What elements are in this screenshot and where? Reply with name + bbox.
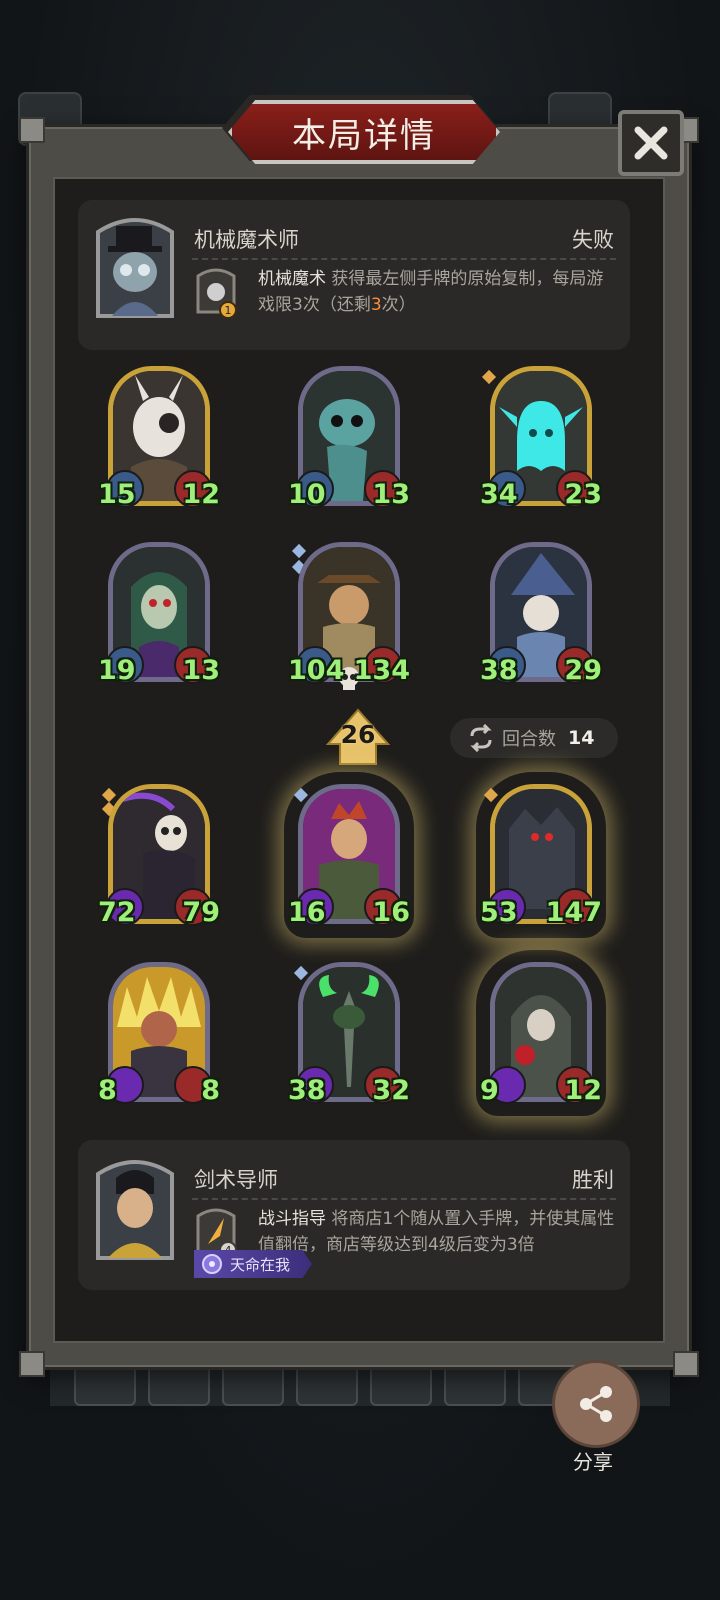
unit-health: 147: [545, 897, 602, 928]
unit-attack: 10: [288, 479, 326, 510]
unit-attack: 72: [98, 897, 136, 928]
skill-desc-suffix: 次）: [381, 295, 416, 315]
mechanical-magician-portrait: [96, 218, 174, 318]
unit-card[interactable]: 72 79: [98, 782, 220, 934]
share-button[interactable]: [552, 1360, 640, 1448]
unit-attack: 53: [480, 897, 518, 928]
unit-card[interactable]: 10 13: [288, 364, 410, 516]
close-icon: [634, 126, 668, 160]
unit-card[interactable]: 38 29: [480, 540, 602, 692]
unit-health: 12: [564, 1075, 602, 1106]
unit-card[interactable]: 16 16: [288, 782, 410, 934]
sword-master-portrait: [96, 1160, 174, 1260]
skill-remaining-count: 3: [370, 295, 382, 315]
skill-name: 战斗指导: [258, 1209, 326, 1229]
unit-attack: 9: [480, 1075, 499, 1106]
title-banner: 本局详情: [228, 100, 500, 164]
destiny-tag[interactable]: 天命在我: [194, 1250, 312, 1278]
round-counter: 回合数 14: [450, 718, 618, 758]
unit-attack: 38: [480, 655, 518, 686]
unit-attack: 38: [288, 1075, 326, 1106]
close-button[interactable]: [618, 110, 684, 176]
unit-attack: 15: [98, 479, 136, 510]
unit-card[interactable]: 53 147: [480, 782, 602, 934]
unit-health: 23: [564, 479, 602, 510]
unit-health: 134: [353, 655, 410, 686]
page-title: 本局详情: [292, 115, 436, 156]
skill-name: 机械魔术: [258, 269, 326, 289]
destiny-tag-label: 天命在我: [230, 1255, 291, 1274]
divider: [192, 1198, 616, 1200]
unit-health: 29: [564, 655, 602, 686]
player-hero-card: 剑术导师 胜利 4 战斗指导 将商店1个随从置入手牌，并使其属性值翻倍，商店等级…: [78, 1140, 630, 1290]
unit-health: 13: [182, 655, 220, 686]
unit-card[interactable]: 8 8: [98, 960, 220, 1112]
unit-health: 79: [182, 897, 220, 928]
divider: [192, 258, 616, 260]
unit-attack: 19: [98, 655, 136, 686]
skill-icon[interactable]: 1: [194, 266, 238, 318]
hero-name: 剑术导师: [194, 1168, 278, 1192]
unit-card[interactable]: 38 32: [288, 960, 410, 1112]
share-label: 分享: [573, 1450, 613, 1474]
unit-attack: 104: [288, 655, 345, 686]
unit-card[interactable]: 19 13: [98, 540, 220, 692]
unit-attack: 34: [480, 479, 518, 510]
unit-health: 13: [372, 479, 410, 510]
unit-attack: 8: [98, 1075, 117, 1106]
unit-card[interactable]: 9 12: [480, 960, 602, 1112]
hero-result: 失败: [572, 228, 614, 252]
skill-description: 机械魔术 获得最左侧手牌的原始复制，每局游戏限3次（还剩3次）: [258, 266, 618, 318]
round-value: 14: [568, 727, 595, 749]
unit-health: 32: [372, 1075, 410, 1106]
unit-card[interactable]: 34 23: [480, 364, 602, 516]
opponent-hero-card: 机械魔术师 失败 1 机械魔术 获得最左侧手牌的原始复制，每局游戏限3次（还剩3…: [78, 200, 630, 350]
unit-attack: 16: [288, 897, 326, 928]
shop-level-value: 26: [340, 720, 376, 749]
skill-badge: 1: [225, 304, 232, 317]
share-icon: [580, 1386, 612, 1422]
unit-card[interactable]: 104 134: [288, 540, 410, 692]
unit-card[interactable]: 15 12: [98, 364, 220, 516]
unit-health: 8: [201, 1075, 220, 1106]
hero-name: 机械魔术师: [194, 228, 299, 252]
destiny-icon: [202, 1254, 222, 1274]
round-label: 回合数: [502, 729, 556, 750]
refresh-icon: [470, 724, 492, 752]
skill-description: 战斗指导 将商店1个随从置入手牌，并使其属性值翻倍，商店等级达到4级后变为3倍: [258, 1206, 618, 1258]
unit-health: 12: [182, 479, 220, 510]
unit-health: 16: [372, 897, 410, 928]
hero-result: 胜利: [572, 1168, 614, 1192]
